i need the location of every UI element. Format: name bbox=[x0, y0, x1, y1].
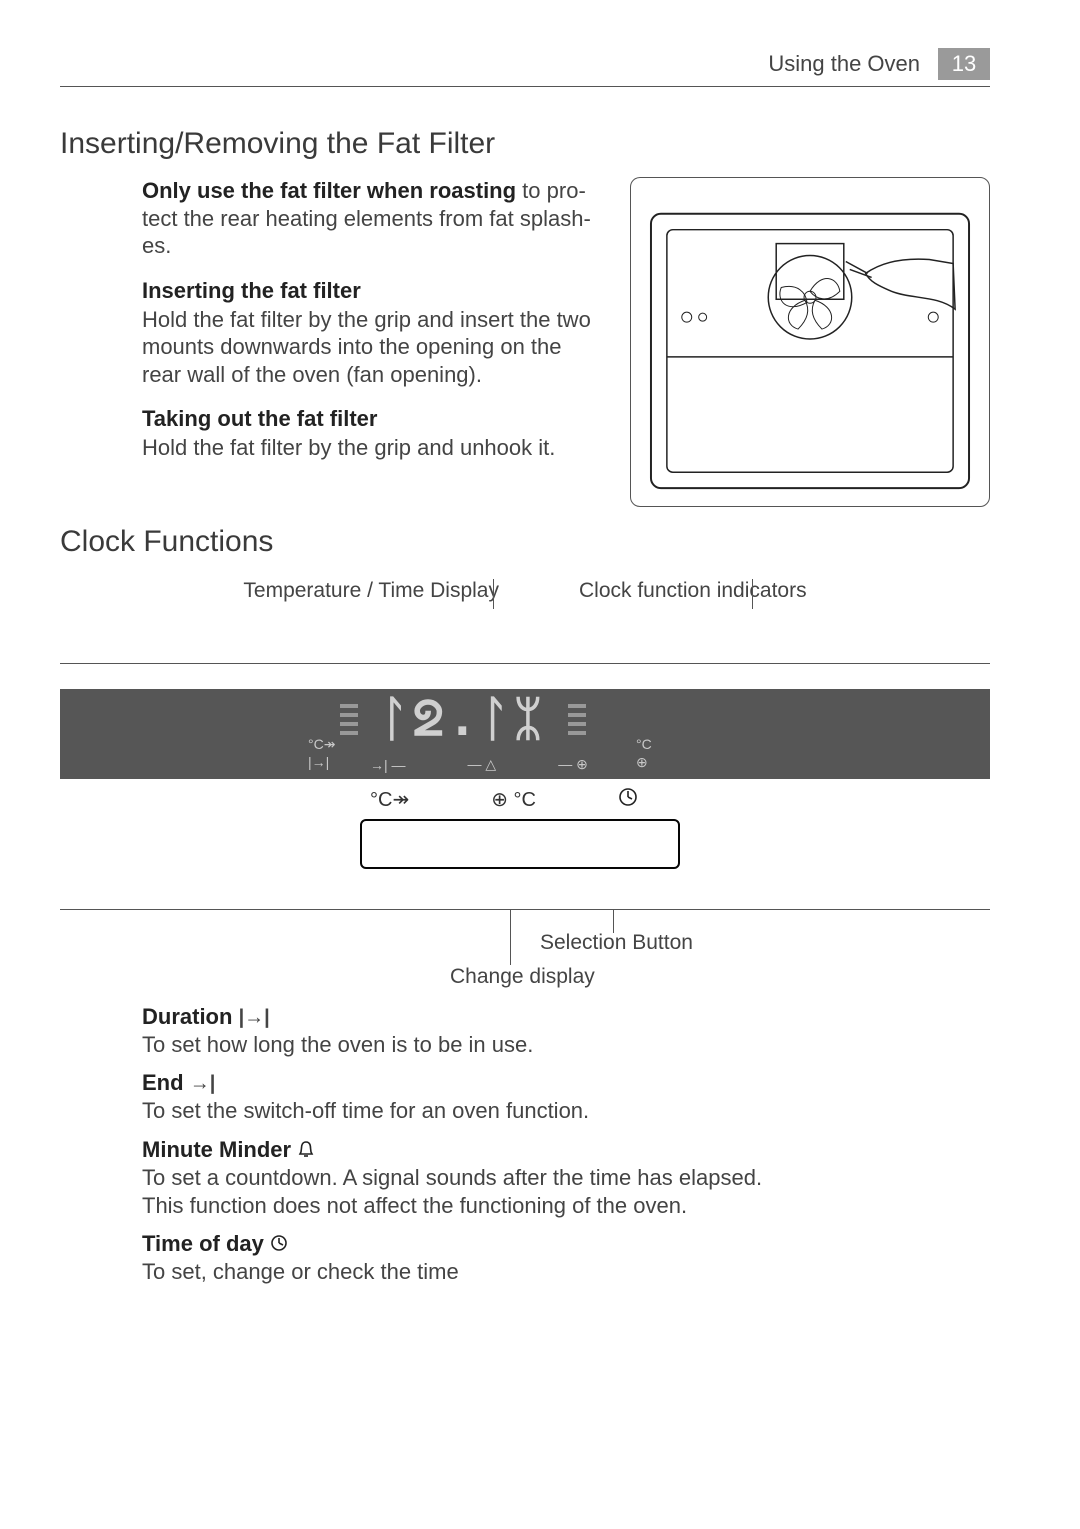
end-icon: →| bbox=[190, 1073, 216, 1095]
function-minute-minder: Minute Minder To set a countdown. A sign… bbox=[142, 1136, 990, 1220]
removing-body: Hold the fat filter by the grip and un­h… bbox=[142, 434, 602, 462]
page-header: Using the Oven 13 bbox=[60, 48, 990, 87]
degc-fast-icon: °C↠ bbox=[370, 787, 409, 813]
function-name-minute: Minute Minder bbox=[142, 1137, 291, 1162]
function-desc-end: To set the switch-off time for an oven f… bbox=[142, 1098, 589, 1123]
section-title-fat-filter: Inserting/Removing the Fat Filter bbox=[60, 127, 990, 161]
segment-bars-right-icon bbox=[568, 704, 586, 735]
label-change-display: Change display bbox=[450, 965, 595, 989]
bell-small-icon: — △ bbox=[468, 756, 497, 773]
selection-button bbox=[360, 819, 680, 869]
label-clock-indicators: Clock function indicators bbox=[579, 579, 807, 603]
fat-filter-warning-strong: Only use the fat filter when roasting bbox=[142, 178, 516, 203]
duration-icon: |→| bbox=[239, 1006, 270, 1028]
callout-line-icon bbox=[613, 909, 614, 933]
function-name-duration: Duration bbox=[142, 1004, 232, 1029]
label-temp-time-display: Temperature / Time Display bbox=[243, 579, 499, 603]
function-duration: Duration |→| To set how long the oven is… bbox=[142, 1003, 990, 1059]
page-number-badge: 13 bbox=[938, 48, 990, 80]
function-name-tod: Time of day bbox=[142, 1231, 264, 1256]
divider-line bbox=[60, 663, 990, 664]
callout-line-icon bbox=[493, 579, 494, 609]
label-selection-button: Selection Button bbox=[540, 931, 693, 955]
seven-segment-display: ᛚᘖ.ᛚᛯ bbox=[380, 691, 546, 748]
sub-heading-removing: Taking out the fat filter bbox=[142, 406, 602, 432]
oven-illustration bbox=[630, 177, 990, 507]
header-section-name: Using the Oven bbox=[768, 51, 920, 77]
clock-small-icon: — ⊕ bbox=[558, 756, 588, 773]
function-desc-duration: To set how long the oven is to be in use… bbox=[142, 1032, 533, 1057]
segment-bars-left-icon bbox=[340, 704, 358, 735]
control-panel: °C↠ |→| ᛚᘖ.ᛚᛯ °C ⊕ →| — — △ bbox=[60, 689, 990, 779]
callout-line-icon bbox=[510, 909, 511, 965]
inserting-body: Hold the fat filter by the grip and inse… bbox=[142, 306, 602, 389]
clock-diagram: Temperature / Time Display Clock functio… bbox=[60, 579, 990, 989]
clock-select-icon bbox=[618, 787, 638, 813]
right-indicator-symbols: °C ⊕ bbox=[636, 735, 652, 771]
function-desc-minute-2: This function does not affect the functi… bbox=[142, 1193, 687, 1218]
end-small-icon: →| — bbox=[370, 757, 406, 773]
divider-line bbox=[60, 909, 990, 910]
clock-icon bbox=[270, 1233, 288, 1255]
sub-heading-inserting: Inserting the fat filter bbox=[142, 278, 602, 304]
degc-icon: °C bbox=[636, 735, 652, 753]
clock-degc-icon: ⊕ °C bbox=[491, 787, 536, 813]
function-desc-tod: To set, change or check the time bbox=[142, 1259, 459, 1284]
duration-icon: |→| bbox=[308, 753, 335, 771]
left-indicator-symbols: °C↠ |→| bbox=[308, 735, 335, 771]
bell-icon bbox=[297, 1139, 315, 1161]
degc-fast-icon: °C↠ bbox=[308, 735, 335, 753]
function-time-of-day: Time of day To set, change or check the … bbox=[142, 1230, 990, 1286]
clock-icon: ⊕ bbox=[636, 753, 652, 771]
callout-line-icon bbox=[752, 579, 753, 609]
function-name-end: End bbox=[142, 1070, 184, 1095]
function-end: End →| To set the switch-off time for an… bbox=[142, 1069, 990, 1125]
function-desc-minute-1: To set a countdown. A signal sounds afte… bbox=[142, 1165, 762, 1190]
section-title-clock: Clock Functions bbox=[60, 525, 990, 559]
fat-filter-warning: Only use the fat filter when roasting to… bbox=[142, 177, 602, 260]
